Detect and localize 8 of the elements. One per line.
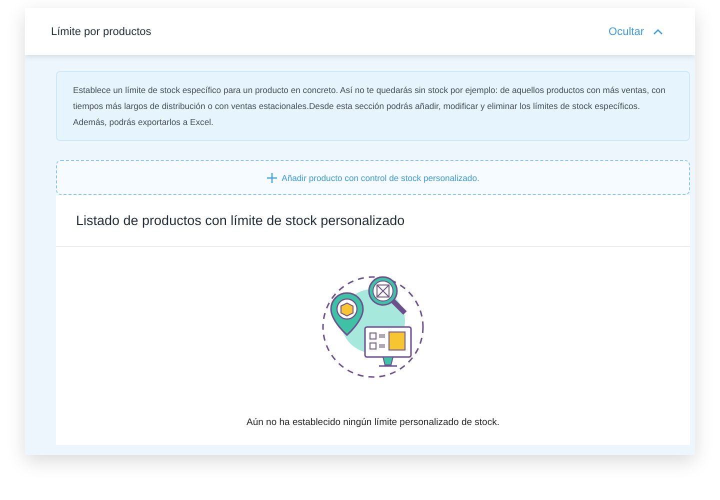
add-product-button[interactable]: Añadir producto con control de stock personalizado. [56,160,690,195]
plus-icon [266,172,277,182]
list-title: Listado de productos con límite de stock personalizado [76,213,405,228]
hide-toggle[interactable]: Ocultar [608,26,663,38]
panel-title: Límite por productos [51,26,152,38]
chevron-icon [653,28,663,34]
info-text: Establece un límite de stock específico para un producto en concreto. Así no te quedarás sin stock por ejemplo: de aquellos productos con más ventas, con tiempos más largos de distribución o con ventas estacionales.Desde esta sección podrás añadir, modificar y eliminar los límites de stock específicos. Además, podrás exportarlos a Excel. [56,71,690,141]
empty-message: Aún no ha establecido ningún límite personalizado de stock. [246,417,500,428]
